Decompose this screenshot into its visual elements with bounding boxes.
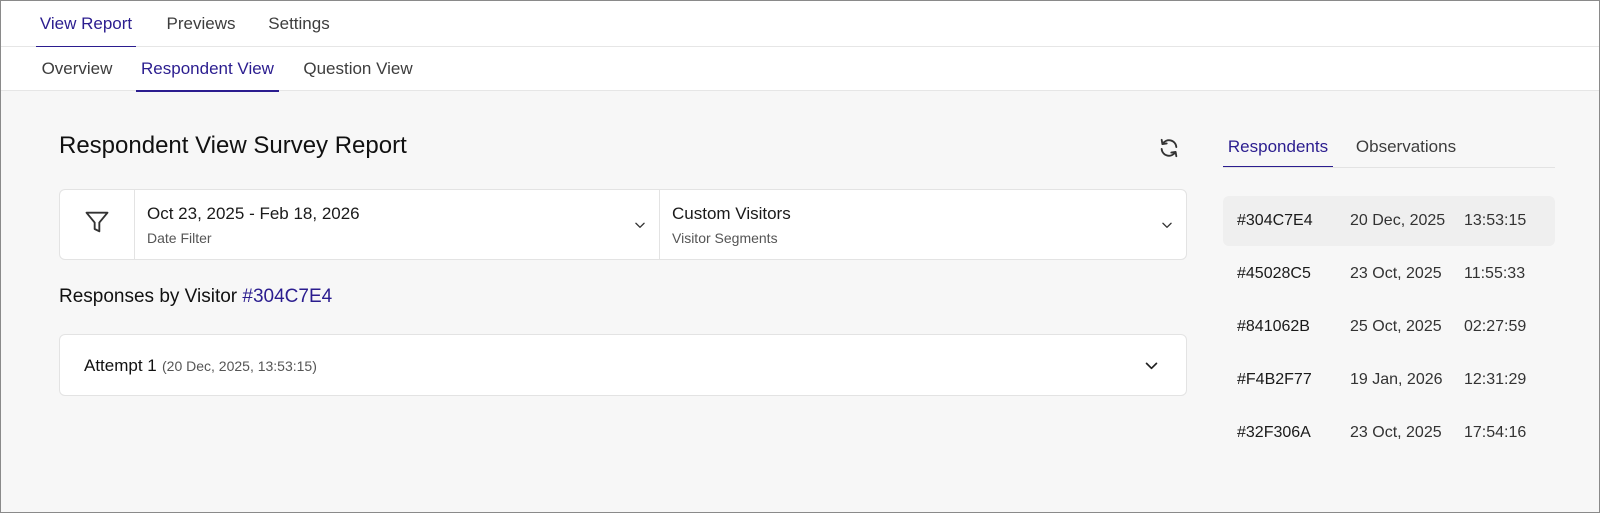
date-filter-value: Oct 23, 2025 - Feb 18, 2026 — [147, 204, 360, 223]
tab-settings[interactable]: Settings — [263, 1, 335, 47]
responses-heading-prefix: Responses by Visitor — [59, 286, 238, 307]
respondent-date: 23 Oct, 2025 — [1350, 424, 1442, 441]
respondent-time: 02:27:59 — [1464, 318, 1527, 335]
chevron-down-icon — [1162, 222, 1172, 228]
respondent-row[interactable]: #32F306A 23 Oct, 2025 17:54:16 — [1223, 408, 1555, 458]
attempt-accordion[interactable]: Attempt 1 (20 Dec, 2025, 13:53:15) — [59, 334, 1187, 396]
segment-value: Custom Visitors — [672, 204, 791, 223]
respondent-row[interactable]: #F4B2F77 19 Jan, 2026 12:31:29 — [1223, 355, 1555, 405]
date-filter-dropdown[interactable]: Oct 23, 2025 - Feb 18, 2026 Date Filter — [135, 190, 659, 259]
respondent-date: 23 Oct, 2025 — [1350, 265, 1442, 282]
tab-overview[interactable]: Overview — [37, 47, 117, 91]
respondent-date: 25 Oct, 2025 — [1350, 318, 1442, 335]
respondent-time: 12:31:29 — [1464, 371, 1527, 388]
tab-question-view[interactable]: Question View — [299, 47, 417, 91]
respondent-id: #45028C5 — [1237, 265, 1311, 282]
visitor-segment-dropdown[interactable]: Custom Visitors Visitor Segments — [660, 190, 1186, 259]
attempt-label: Attempt 1 — [84, 356, 157, 375]
tab-observations[interactable]: Observations — [1351, 126, 1461, 168]
responses-heading: Responses by Visitor #304C7E4 — [59, 286, 332, 308]
sub-tab-bar: Overview Respondent View Question View — [1, 47, 1599, 92]
filter-button[interactable] — [60, 190, 135, 259]
app-frame: View Report Previews Settings Overview R… — [0, 0, 1600, 513]
respondent-date: 19 Jan, 2026 — [1350, 371, 1443, 388]
tab-respondents[interactable]: Respondents — [1223, 126, 1333, 168]
attempt-timestamp: (20 Dec, 2025, 13:53:15) — [162, 358, 317, 374]
respondent-id: #841062B — [1237, 318, 1310, 335]
respondent-id: #304C7E4 — [1237, 212, 1313, 229]
respondent-row[interactable]: #45028C5 23 Oct, 2025 11:55:33 — [1223, 249, 1555, 299]
respondent-row[interactable]: #304C7E4 20 Dec, 2025 13:53:15 — [1223, 196, 1555, 246]
date-filter-label: Date Filter — [147, 230, 212, 246]
tab-respondent-view[interactable]: Respondent View — [136, 47, 279, 92]
filter-bar: Oct 23, 2025 - Feb 18, 2026 Date Filter … — [59, 189, 1187, 260]
tab-view-report[interactable]: View Report — [36, 1, 136, 48]
respondent-date: 20 Dec, 2025 — [1350, 212, 1446, 229]
respondent-time: 17:54:16 — [1464, 424, 1527, 441]
refresh-icon[interactable] — [1158, 137, 1180, 159]
respondent-time: 13:53:15 — [1464, 212, 1527, 229]
chevron-down-icon — [635, 222, 645, 228]
segment-label: Visitor Segments — [672, 230, 778, 246]
top-tab-bar: View Report Previews Settings — [1, 1, 1599, 48]
filter-icon — [83, 208, 111, 241]
right-panel-divider — [1223, 167, 1555, 168]
respondent-id: #F4B2F77 — [1237, 371, 1312, 388]
visitor-id: #304C7E4 — [242, 286, 333, 307]
respondent-id: #32F306A — [1237, 424, 1311, 441]
tab-previews[interactable]: Previews — [161, 1, 241, 47]
page-title: Respondent View Survey Report — [59, 132, 407, 159]
respondent-row[interactable]: #841062B 25 Oct, 2025 02:27:59 — [1223, 302, 1555, 352]
chevron-down-icon — [1145, 362, 1158, 370]
respondent-time: 11:55:33 — [1464, 265, 1526, 282]
